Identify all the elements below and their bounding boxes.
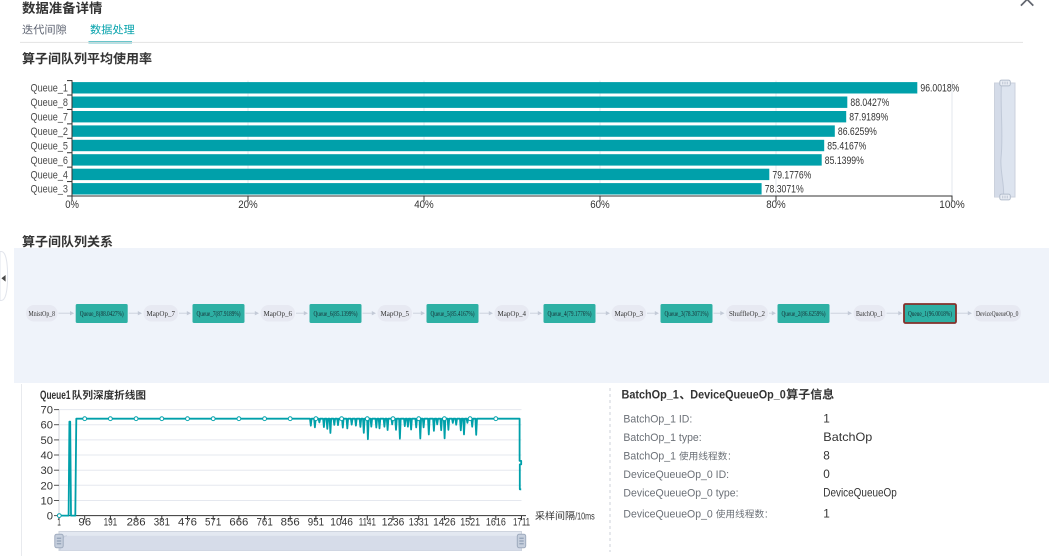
svg-text:70: 70 — [41, 405, 53, 417]
svg-text:1616: 1616 — [486, 517, 506, 529]
svg-text:1331: 1331 — [409, 517, 429, 529]
svg-text:50: 50 — [41, 435, 53, 447]
svg-text:Queue_8(88.0427%): Queue_8(88.0427%) — [80, 309, 124, 318]
svg-text:DeviceQueueOp_0: DeviceQueueOp_0 — [976, 310, 1019, 318]
svg-text:MnistOp_8: MnistOp_8 — [29, 310, 56, 318]
svg-text:1046: 1046 — [330, 517, 353, 529]
svg-text:78.3071%: 78.3071% — [765, 184, 804, 196]
svg-text:DeviceQueueOp: DeviceQueueOp — [823, 486, 897, 500]
svg-text:Queue_8: Queue_8 — [31, 97, 69, 109]
svg-text:Queue_5(85.4167%): Queue_5(85.4167%) — [431, 309, 475, 318]
svg-text:1521: 1521 — [460, 517, 480, 529]
svg-text:Queue_2: Queue_2 — [31, 126, 69, 138]
svg-text:0: 0 — [823, 467, 830, 481]
svg-text:8: 8 — [823, 449, 830, 463]
svg-text:476: 476 — [178, 517, 197, 529]
svg-text:Queue_1: Queue_1 — [31, 83, 69, 95]
svg-text:40: 40 — [41, 450, 53, 462]
svg-text:Queue_4: Queue_4 — [31, 169, 69, 181]
svg-text:1141: 1141 — [359, 517, 376, 529]
svg-text:20: 20 — [41, 480, 53, 492]
svg-text:1711: 1711 — [513, 517, 530, 529]
svg-text:Queue_6(85.1399%): Queue_6(85.1399%) — [314, 309, 358, 318]
svg-text:MapOp_7: MapOp_7 — [147, 310, 176, 318]
svg-text:Queue_1(96.0018%): Queue_1(96.0018%) — [908, 309, 952, 318]
svg-text:761: 761 — [257, 517, 273, 529]
svg-text:BatchOp_1: BatchOp_1 — [623, 451, 679, 463]
svg-text:85.4167%: 85.4167% — [827, 140, 866, 152]
svg-text:96: 96 — [78, 517, 91, 529]
svg-text:MapOp_3: MapOp_3 — [615, 310, 644, 318]
svg-text:10: 10 — [41, 496, 53, 508]
svg-text:1: 1 — [57, 517, 61, 529]
svg-text:1236: 1236 — [382, 517, 405, 529]
svg-text:DeviceQueueOp_0 type:: DeviceQueueOp_0 type: — [623, 488, 738, 500]
svg-text:Queue_3: Queue_3 — [31, 184, 69, 196]
svg-text:286: 286 — [127, 517, 146, 529]
svg-text:80%: 80% — [766, 199, 786, 211]
svg-text:Queue_5: Queue_5 — [31, 140, 69, 152]
svg-text:856: 856 — [281, 517, 300, 529]
svg-text:1: 1 — [823, 411, 830, 425]
svg-text:951: 951 — [308, 517, 324, 529]
svg-text:79.1776%: 79.1776% — [772, 169, 811, 181]
svg-text:Queue_7: Queue_7 — [31, 112, 69, 124]
svg-text:Queue_2(86.6259%): Queue_2(86.6259%) — [782, 309, 826, 318]
svg-text:85.1399%: 85.1399% — [825, 155, 864, 167]
svg-text:Queue_6: Queue_6 — [31, 155, 69, 167]
svg-text:20%: 20% — [238, 199, 258, 211]
svg-text:BatchOp_1: BatchOp_1 — [622, 388, 679, 402]
svg-text:DeviceQueueOp_0 ID:: DeviceQueueOp_0 ID: — [623, 469, 729, 481]
svg-text:MapOp_5: MapOp_5 — [381, 310, 410, 318]
svg-text:0: 0 — [47, 511, 53, 523]
svg-text:MapOp_6: MapOp_6 — [264, 310, 293, 318]
svg-text:ShuffleOp_2: ShuffleOp_2 — [729, 310, 765, 318]
svg-text:60%: 60% — [590, 199, 610, 211]
svg-text:BatchOp_1 ID:: BatchOp_1 ID: — [623, 413, 692, 425]
svg-text:/10ms: /10ms — [575, 511, 595, 522]
svg-text:40%: 40% — [414, 199, 434, 211]
svg-text:60: 60 — [41, 420, 53, 432]
svg-text:DeviceQueueOp_0: DeviceQueueOp_0 — [623, 508, 715, 520]
svg-text:1426: 1426 — [433, 517, 456, 529]
svg-text:Queue_4(79.1776%): Queue_4(79.1776%) — [548, 309, 592, 318]
svg-text:MapOp_4: MapOp_4 — [498, 310, 527, 318]
svg-text:87.9189%: 87.9189% — [849, 112, 888, 124]
svg-text:381: 381 — [154, 517, 170, 529]
svg-text:96.0018%: 96.0018% — [920, 83, 959, 95]
svg-text:86.6259%: 86.6259% — [838, 126, 877, 138]
svg-text:BatchOp_1 type:: BatchOp_1 type: — [623, 432, 701, 444]
svg-text:88.0427%: 88.0427% — [850, 97, 889, 109]
svg-text:571: 571 — [205, 517, 221, 529]
svg-text:1: 1 — [823, 506, 830, 520]
svg-text:BatchOp_1: BatchOp_1 — [856, 310, 883, 318]
svg-text:666: 666 — [229, 517, 248, 529]
svg-text::: : — [765, 508, 768, 520]
svg-text:Queue_7(87.9189%): Queue_7(87.9189%) — [197, 309, 241, 318]
svg-text:191: 191 — [104, 517, 118, 529]
svg-text:Queue_3(78.3071%): Queue_3(78.3071%) — [665, 309, 709, 318]
svg-text:30: 30 — [41, 465, 53, 477]
svg-text:DeviceQueueOp_0: DeviceQueueOp_0 — [690, 388, 786, 402]
svg-text:BatchOp: BatchOp — [823, 430, 872, 444]
svg-text:Queue1: Queue1 — [40, 388, 71, 402]
svg-text::: : — [728, 451, 731, 463]
svg-text:100%: 100% — [939, 199, 965, 211]
svg-text:0%: 0% — [65, 199, 79, 211]
